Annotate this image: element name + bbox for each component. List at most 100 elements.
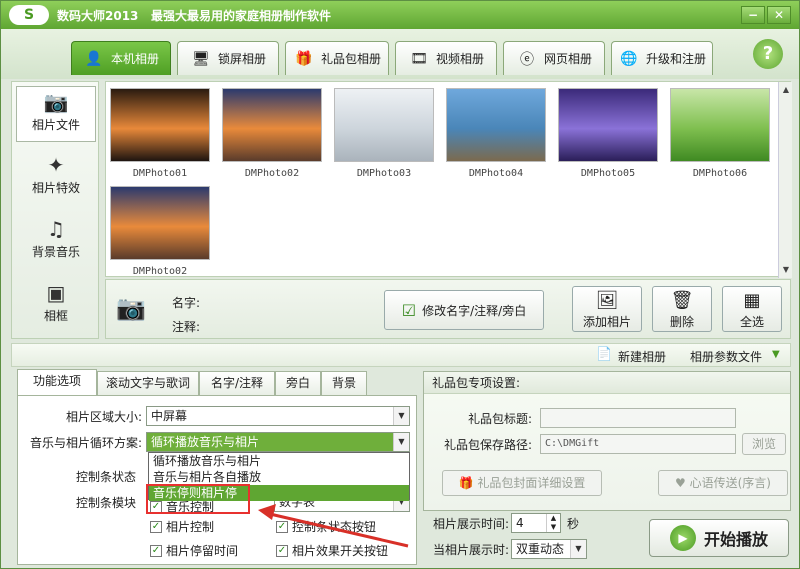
photo-caption: DMPhoto04 (468, 168, 524, 179)
start-play-label: 开始播放 (703, 530, 768, 549)
close-button[interactable]: ✕ (767, 6, 791, 24)
display-time-spinner[interactable]: 4 ▲ ▼ (511, 513, 561, 533)
minimize-button[interactable]: − (741, 6, 765, 24)
web-icon: ⓔ (519, 51, 534, 68)
scroll-up-icon[interactable]: ▲ (780, 84, 792, 96)
globe-icon: 🌐 (620, 50, 638, 67)
photo-thumbnail[interactable] (110, 88, 210, 162)
note-label: 注释: (172, 320, 201, 334)
photo-caption: DMPhoto05 (580, 168, 636, 179)
select-all-button[interactable]: ▦ 全选 (722, 286, 782, 332)
tab-gift-album[interactable]: 🎁 礼品包相册 (285, 41, 389, 75)
spinner-icon[interactable]: ▲ ▼ (546, 514, 560, 532)
tab-web-album[interactable]: ⓔ 网页相册 (503, 41, 605, 75)
new-album-button[interactable]: 新建相册 (618, 348, 666, 365)
photo-caption: DMPhoto02 (132, 266, 188, 277)
camera-icon: 📷 (43, 90, 69, 114)
gift-title-input[interactable] (540, 408, 736, 428)
sidebar: 📷 相片文件 ✦ 相片特效 ♫ 背景音乐 ▣ 相框 (11, 81, 99, 339)
heart-icon: ♥ (675, 476, 686, 490)
film-icon: 🎞 (410, 50, 428, 67)
photo-info-bar: 📷 名字: 注释: ☑ 修改名字/注释/旁白 🖼 添加相片 🗑 删除 ▦ 全选 (105, 279, 791, 339)
add-photo-icon: 🖼 (595, 290, 619, 311)
tab-lock-screen[interactable]: 🖥 锁屏相册 (177, 41, 279, 75)
photo-thumbnail[interactable] (222, 88, 322, 162)
grid-icon: ▦ (743, 290, 761, 311)
seconds-unit-label: 秒 (567, 517, 580, 531)
tab-video-album[interactable]: 🎞 视频相册 (395, 41, 497, 75)
delete-button[interactable]: 🗑 删除 (652, 286, 712, 332)
edit-name-note-button[interactable]: ☑ 修改名字/注释/旁白 (384, 290, 544, 330)
tab-label: 网页相册 (543, 52, 592, 66)
sidebar-item-label: 相片文件 (31, 118, 80, 132)
frame-icon: ▣ (46, 281, 66, 305)
main-window: S 数码大师2013 最强大最易用的家庭相册制作软件 − ✕ 👤 本机相册 🖥 … (0, 0, 800, 569)
tab-label: 本机相册 (110, 52, 159, 66)
display-time-value: 4 (516, 516, 524, 530)
sparkle-icon: ✦ (47, 153, 65, 177)
add-photo-label: 添加相片 (582, 315, 631, 329)
scroll-down-icon[interactable]: ▼ (780, 264, 792, 276)
tab-name-note[interactable]: 名字/注释 (199, 371, 275, 395)
add-photo-button[interactable]: 🖼 添加相片 (572, 286, 642, 332)
sidebar-item-label: 相框 (43, 309, 68, 323)
edit-check-icon: ☑ (401, 300, 417, 320)
help-button[interactable]: ? (753, 39, 783, 69)
photo-thumbnail[interactable] (558, 88, 658, 162)
photo-gallery: DMPhoto01 DMPhoto02 DMPhoto03 DMPhoto04 DMPh… (105, 81, 792, 278)
photo-thumbnail[interactable] (110, 186, 210, 260)
tab-label: 升级和注册 (645, 52, 706, 66)
play-icon: ▶ (669, 525, 696, 551)
photo-thumbnail[interactable] (670, 88, 770, 162)
app-name: 数码大师2013 (57, 9, 139, 23)
gallery-scrollbar[interactable]: ▲ ▼ (778, 82, 792, 278)
annotation-arrow (258, 504, 409, 548)
name-label: 名字: (172, 296, 201, 310)
tab-upgrade[interactable]: 🌐 升级和注册 (611, 41, 713, 75)
tab-narration[interactable]: 旁白 (275, 371, 321, 395)
sidebar-item-music[interactable]: ♫ 背景音乐 (16, 214, 96, 270)
browse-button[interactable]: 浏览 (742, 433, 786, 455)
album-tabs: 👤 本机相册 🖥 锁屏相册 🎁 礼品包相册 🎞 视频相册 ⓔ 网页相册 🌐 升级… (1, 29, 799, 79)
select-all-label: 全选 (739, 315, 764, 329)
chevron-down-icon[interactable]: ▼ (570, 540, 586, 558)
gift-title-label: 礼品包标题: (467, 412, 532, 426)
display-time-label: 相片展示时间: (432, 517, 509, 531)
tab-label: 视频相册 (435, 52, 484, 66)
sidebar-item-photo-files[interactable]: 📷 相片文件 (16, 86, 96, 142)
gift-path-label: 礼品包保存路径: (443, 438, 532, 452)
tab-background[interactable]: 背景 (321, 371, 367, 395)
start-play-button[interactable]: ▶ 开始播放 (649, 519, 789, 557)
sidebar-item-effects[interactable]: ✦ 相片特效 (16, 150, 96, 206)
photo-caption: DMPhoto02 (244, 168, 300, 179)
monitor-icon: 🖥 (192, 50, 210, 67)
gift-cover-settings-button[interactable]: 🎁 礼品包封面详细设置 (442, 470, 602, 496)
trash-icon: 🗑 (670, 290, 694, 311)
tab-local-album[interactable]: 👤 本机相册 (71, 41, 171, 75)
gift-icon: 🎁 (295, 50, 313, 67)
music-note-icon: ♫ (47, 217, 65, 241)
tab-function-options[interactable]: 功能选项 (17, 369, 97, 395)
album-params-button[interactable]: 相册参数文件 (690, 348, 762, 365)
message-button[interactable]: ♥ 心语传送(序言) (658, 470, 788, 496)
effect-select[interactable]: 双重动态 ▼ (511, 539, 587, 559)
album-toolbar: 📄 新建相册 相册参数文件 ▼ (11, 343, 791, 367)
sidebar-item-label: 相片特效 (31, 181, 80, 195)
annotation-arrow-line (269, 512, 409, 548)
effect-value: 双重动态 (516, 542, 565, 556)
photo-caption: DMPhoto03 (356, 168, 412, 179)
sidebar-item-frame[interactable]: ▣ 相框 (16, 278, 96, 334)
gift-settings-panel: 礼品包专项设置: 礼品包标题: 礼品包保存路径: C:\DMGift 浏览 🎁 … (423, 371, 791, 511)
gift-path-input[interactable]: C:\DMGift (540, 434, 736, 454)
photo-thumbnail[interactable] (334, 88, 434, 162)
gift-cover-label: 礼品包封面详细设置 (477, 476, 586, 490)
user-photo-icon: 👤 (85, 50, 103, 67)
tab-label: 锁屏相册 (217, 52, 266, 66)
tab-label: 礼品包相册 (320, 52, 381, 66)
tab-scroll-text[interactable]: 滚动文字与歌词 (97, 371, 199, 395)
options-area: 功能选项 滚动文字与歌词 名字/注释 旁白 背景 相片区域大小: 中屏幕 ▼ 音… (11, 369, 791, 565)
camera-icon: 📷 (116, 294, 146, 322)
chevron-down-icon[interactable]: ▼ (772, 349, 780, 360)
gift-settings-title: 礼品包专项设置: (424, 372, 790, 394)
photo-thumbnail[interactable] (446, 88, 546, 162)
